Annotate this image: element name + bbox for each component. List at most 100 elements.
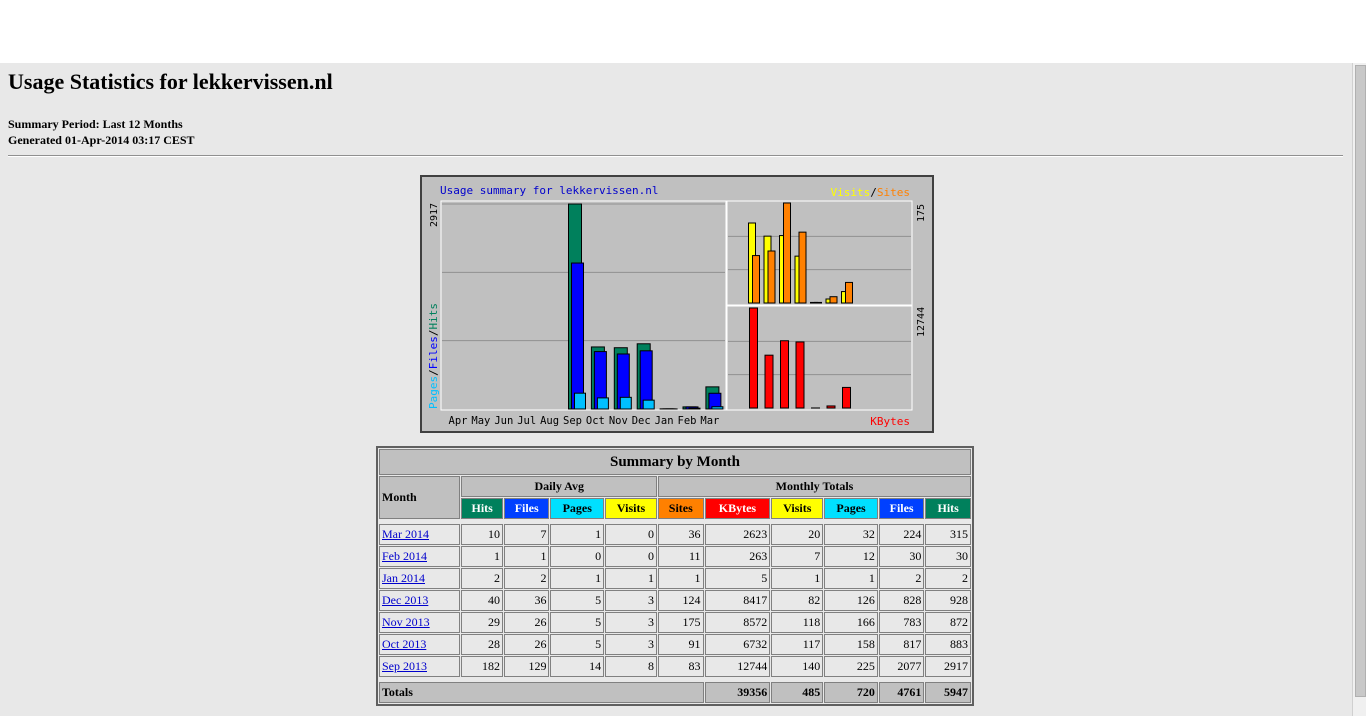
daily-pages-cell: 5 [550,590,605,611]
month-tick-label: Jan [655,415,674,427]
kbytes-cell: 5 [704,568,771,589]
page-content: Usage Statistics for lekkervissen.nl Sum… [0,63,1352,716]
totals-label: Totals [379,682,704,703]
legend-hits: Hits [427,303,440,330]
summary-by-month-table: Summary by Month Month Daily Avg Monthly… [376,446,974,706]
pages-cell: 158 [824,634,878,655]
month-tick-label: Mar [700,415,719,427]
month-link[interactable]: Feb 2014 [382,549,427,563]
kbytes-cell: 12744 [704,656,771,677]
col-daily-pages: Pages [550,498,605,519]
sites-cell: 1 [658,568,704,589]
month-tick-label: Dec [632,415,651,427]
hits-cell: 883 [925,634,971,655]
scrollbar-thumb[interactable] [1355,65,1366,697]
sites-bar [783,202,791,304]
daily-pages-cell: 5 [550,612,605,633]
sites-bar [829,296,838,304]
pages-cell: 32 [824,524,878,545]
daily-visits-cell: 8 [605,656,658,677]
total-visits: 485 [771,682,824,703]
month-link[interactable]: Dec 2013 [382,593,428,607]
col-visits: Visits [771,498,824,519]
pages-bar [688,407,701,410]
month-tick-label: Sep [563,415,582,427]
month-link[interactable]: Nov 2013 [382,615,430,629]
sites-cell: 36 [658,524,704,545]
daily-files-cell: 7 [503,524,550,545]
hits-cell: 2 [925,568,971,589]
month-link[interactable]: Sep 2013 [382,659,427,673]
sites-cell: 175 [658,612,704,633]
legend-pages: Pages [427,376,440,409]
right-top-max-label: 175 [916,204,927,222]
files-cell: 224 [878,524,925,545]
daily-pages-cell: 5 [550,634,605,655]
vertical-scrollbar[interactable] [1352,63,1366,716]
daily-hits-cell: 2 [461,568,503,589]
visits-cell: 20 [771,524,824,545]
right-bottom-max-label: 12744 [916,307,927,337]
files-cell: 2077 [878,656,925,677]
total-pages: 720 [824,682,878,703]
summary-period: Summary Period: Last 12 Months [8,117,183,131]
month-tick-label: Feb [678,415,697,427]
col-files: Files [878,498,925,519]
kbytes-cell: 263 [704,546,771,567]
legend-sites: Sites [877,186,910,199]
hits-cell: 315 [925,524,971,545]
daily-pages-cell: 14 [550,656,605,677]
legend-visits-sites: Visits/Sites [831,186,911,199]
totals-row: Totals 39356 485 720 4761 5947 [379,682,971,703]
kbytes-cell: 2623 [704,524,771,545]
pages-bar [619,396,632,410]
month-tick-label: Oct [586,415,605,427]
pages-bar [711,406,724,410]
daily-files-cell: 1 [503,546,550,567]
table-row: Nov 2013 29 26 5 3 175 8572 118 166 783 … [379,612,971,633]
daily-pages-cell: 1 [550,524,605,545]
visits-cell: 117 [771,634,824,655]
hits-cell: 872 [925,612,971,633]
hits-cell: 2917 [925,656,971,677]
table-title: Summary by Month [379,449,971,475]
legend-slash: / [870,186,877,199]
legend-pages-files-hits: Pages/Files/Hits [427,303,440,409]
usage-graph-svg: Apr May Jun Jul Aug Sep Oct Nov Dec Jan Feb Mar Usa… [427,184,927,428]
total-files: 4761 [878,682,925,703]
kbytes-bar [764,354,774,409]
visits-cell: 7 [771,546,824,567]
files-bar [571,262,584,410]
visits-cell: 140 [771,656,824,677]
month-link[interactable]: Mar 2014 [382,527,429,541]
pages-cell: 225 [824,656,878,677]
sites-bar [798,231,807,304]
sites-bar [814,301,822,304]
daily-pages-cell: 0 [550,546,605,567]
daily-files-cell: 26 [503,634,550,655]
month-link[interactable]: Jan 2014 [382,571,425,585]
hits-cell: 928 [925,590,971,611]
graph-title: Usage summary for lekkervissen.nl [440,184,659,197]
generated-date: Generated 01-Apr-2014 03:17 CEST [8,133,195,147]
month-cell: Feb 2014 [379,546,461,567]
month-cell: Dec 2013 [379,590,461,611]
files-cell: 783 [878,612,925,633]
report-meta: Summary Period: Last 12 Months Generated… [8,116,195,148]
sites-cell: 83 [658,656,704,677]
table-row: Jan 2014 2 2 1 1 1 5 1 1 2 2 [379,568,971,589]
legend-slash-1: / [427,369,440,376]
kbytes-cell: 8417 [704,590,771,611]
daily-visits-cell: 3 [605,590,658,611]
col-sites: Sites [658,498,704,519]
pages-bar [574,392,586,410]
month-link[interactable]: Oct 2013 [382,637,426,651]
daily-visits-cell: 1 [605,568,658,589]
month-cell: Jan 2014 [379,568,461,589]
legend-files: Files [427,336,440,369]
daily-visits-cell: 3 [605,612,658,633]
kbytes-cell: 6732 [704,634,771,655]
daily-hits-cell: 1 [461,546,503,567]
kbytes-bar [842,386,851,409]
col-kbytes: KBytes [704,498,771,519]
